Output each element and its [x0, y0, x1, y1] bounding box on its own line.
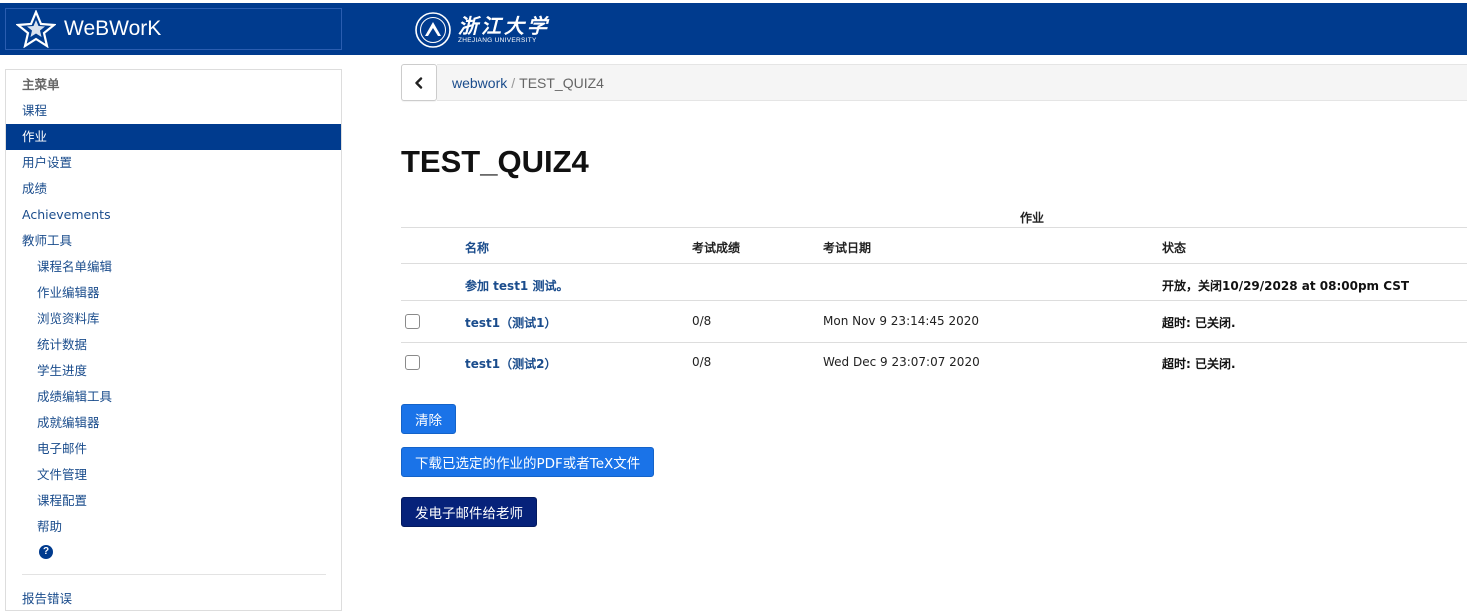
sidebar-item-homework[interactable]: 作业 — [6, 124, 341, 150]
download-pdf-tex-button[interactable]: 下载已选定的作业的PDF或者TeX文件 — [401, 447, 655, 477]
table-row-border — [401, 342, 1467, 343]
table-header-border — [401, 263, 1467, 264]
breadcrumb-link-webwork[interactable]: webwork — [452, 75, 507, 91]
sidebar-item-achievements[interactable]: Achievements — [6, 202, 341, 228]
sidebar-item-report-bugs[interactable]: 报告错误 — [6, 586, 341, 612]
sidebar-main-menu-heading: 主菜单 — [22, 77, 60, 92]
help-question-icon[interactable]: ? — [39, 545, 53, 559]
version-1-checkbox[interactable] — [405, 314, 420, 329]
breadcrumb-separator: / — [511, 75, 516, 91]
clear-button[interactable]: 清除 — [401, 404, 456, 434]
sidebar-item-student-progress[interactable]: 学生进度 — [6, 358, 341, 384]
column-header-date: 考试日期 — [823, 241, 872, 255]
sidebar-item-scoring-tools[interactable]: 成绩编辑工具 — [6, 384, 341, 410]
sidebar-divider — [22, 574, 326, 575]
sidebar-item-instructor-tools[interactable]: 教师工具 — [6, 228, 341, 254]
sidebar-item-course-config[interactable]: 课程配置 — [6, 488, 341, 514]
version-1-date: Mon Nov 9 23:14:45 2020 — [823, 314, 980, 328]
version-1-link[interactable]: test1（测试1） — [465, 314, 556, 331]
sidebar-item-courses[interactable]: 课程 — [6, 98, 341, 124]
sidebar-item-achievements-editor[interactable]: 成就编辑器 — [6, 410, 341, 436]
webwork-star-logo-icon — [14, 8, 58, 50]
back-button[interactable] — [401, 64, 437, 101]
column-header-score: 考试成绩 — [692, 241, 741, 255]
table-row-border — [401, 300, 1467, 301]
table-caption: 作业 — [1020, 211, 1045, 225]
take-test-status: 开放，关闭10/29/2028 at 08:00pm CST — [1162, 279, 1410, 293]
page-title: TEST_QUIZ4 — [401, 144, 589, 179]
take-test-link[interactable]: 参加 test1 测试。 — [465, 277, 568, 294]
sidebar-item-help[interactable]: 帮助 — [6, 514, 341, 540]
breadcrumb-current: TEST_QUIZ4 — [519, 75, 604, 91]
sidebar-item-user-settings[interactable]: 用户设置 — [6, 150, 341, 176]
brand-name: WeBWorK — [64, 17, 162, 40]
sidebar-item-email[interactable]: 电子邮件 — [6, 436, 341, 462]
version-1-status: 超时: 已关闭. — [1162, 316, 1236, 330]
sidebar-item-grades[interactable]: 成绩 — [6, 176, 341, 202]
chevron-left-icon — [415, 76, 423, 89]
breadcrumb: webwork / TEST_QUIZ4 — [437, 64, 1467, 101]
version-2-status: 超时: 已关闭. — [1162, 357, 1236, 371]
version-2-date: Wed Dec 9 23:07:07 2020 — [823, 355, 980, 369]
top-header: WeBWorK 浙江大学 ZHEJIANG UNIVERSITY — [0, 0, 1467, 55]
sidebar-item-hmwk-sets-editor[interactable]: 作业编辑器 — [6, 280, 341, 306]
sidebar-item-library-browser[interactable]: 浏览资料库 — [6, 306, 341, 332]
university-name-cn: 浙江大学 — [458, 14, 550, 38]
sidebar: 主菜单 课程 作业 用户设置 成绩 Achievements 教师工具 课程名单… — [5, 69, 342, 611]
university-seal-icon — [412, 11, 454, 49]
sidebar-item-classlist-editor[interactable]: 课程名单编辑 — [6, 254, 341, 280]
table-top-border — [401, 227, 1467, 228]
version-2-score: 0/8 — [692, 355, 712, 369]
university-logo: 浙江大学 ZHEJIANG UNIVERSITY — [412, 11, 550, 49]
sidebar-item-file-manager[interactable]: 文件管理 — [6, 462, 341, 488]
version-1-score: 0/8 — [692, 314, 712, 328]
university-name-en: ZHEJIANG UNIVERSITY — [458, 37, 537, 44]
version-2-link[interactable]: test1（测试2） — [465, 355, 556, 372]
column-header-name[interactable]: 名称 — [465, 239, 489, 256]
sidebar-item-statistics[interactable]: 统计数据 — [6, 332, 341, 358]
version-2-checkbox[interactable] — [405, 355, 420, 370]
email-instructor-button[interactable]: 发电子邮件给老师 — [401, 497, 537, 527]
brand-home-link[interactable]: WeBWorK — [5, 8, 342, 50]
column-header-status: 状态 — [1162, 241, 1187, 255]
